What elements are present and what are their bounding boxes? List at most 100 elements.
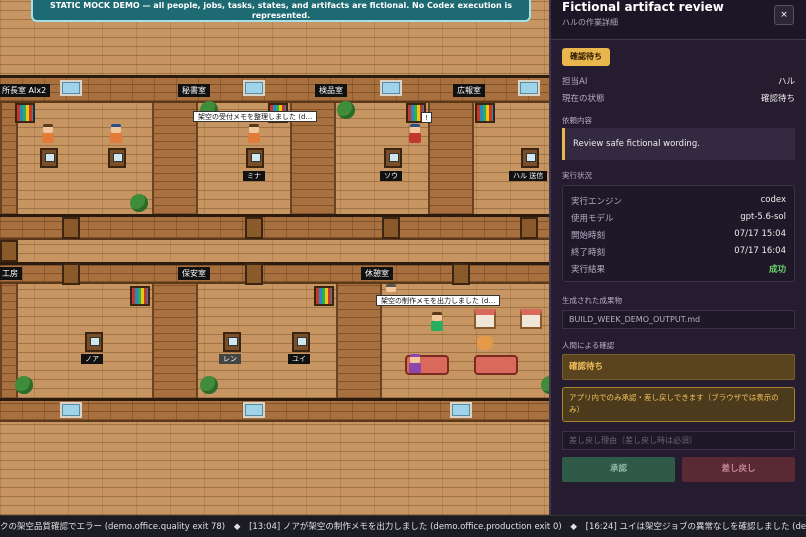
assignee-row: 担当AI ハル: [562, 75, 795, 87]
speech-bubble: 架空の制作メモを出力しました (d…: [376, 295, 501, 306]
engine-value: codex: [760, 195, 786, 205]
agent-sprite-sou[interactable]: [408, 124, 422, 144]
office-map: 所長室 AIx2 秘書室 検品室 広報室 工房 保安室 休憩室 ミナ ソウ ハル…: [0, 0, 549, 515]
pillar: [152, 103, 198, 214]
assignee-value: ハル: [777, 77, 795, 87]
agent-sprite[interactable]: [408, 354, 422, 374]
room-label-pr: 広報室: [453, 84, 485, 97]
human-confirm-state: 確認待ち: [562, 354, 795, 380]
state-key: 現在の状態: [562, 94, 605, 104]
status-badge: 確認待ち: [562, 48, 610, 66]
close-button[interactable]: ×: [774, 5, 794, 25]
end-key: 終了時刻: [571, 248, 606, 258]
wall-middle: [0, 214, 549, 240]
sofa: [474, 355, 518, 375]
model-value: gpt-5.6-sol: [740, 212, 786, 222]
pillar: [152, 284, 198, 398]
door[interactable]: [245, 263, 263, 285]
room-label-director: 所長室 AIx2: [0, 84, 51, 97]
agent-sprite-mina[interactable]: [247, 124, 261, 144]
panel-title: Fictional artifact review: [562, 0, 724, 14]
bookshelf: [130, 286, 150, 306]
engine-row: 実行エンジン codex: [571, 195, 786, 207]
bed: [474, 309, 496, 329]
door[interactable]: [0, 240, 18, 262]
agent-sprite[interactable]: [430, 312, 444, 332]
artifact-file[interactable]: BUILD_WEEK_DEMO_OUTPUT.md: [562, 310, 795, 329]
room-label-workshop: 工房: [0, 267, 22, 280]
window: [243, 80, 265, 96]
ticker-item: [13:04] ノアが架空の制作メモを出力しました (demo.office.p…: [249, 522, 562, 532]
room-label-secretary: 秘書室: [178, 84, 210, 97]
desk: [292, 332, 310, 352]
state-value: 確認待ち: [760, 94, 795, 104]
reject-button[interactable]: 差し戻し: [682, 457, 795, 482]
start-key: 開始時刻: [571, 231, 606, 241]
door[interactable]: [62, 263, 80, 285]
agent-sprite[interactable]: [41, 124, 55, 144]
reject-reason-input[interactable]: [562, 431, 795, 450]
door[interactable]: [245, 217, 263, 239]
detail-panel: Fictional artifact review ハルの作業詳細 × 確認待ち…: [549, 0, 806, 515]
agent-sprite[interactable]: [109, 124, 123, 144]
result-key: 実行結果: [571, 265, 606, 275]
door[interactable]: [520, 217, 538, 239]
agent-name-tag: ハル 送信: [509, 171, 548, 181]
exec-section-title: 実行状況: [562, 171, 592, 180]
desk: [521, 148, 539, 168]
alert-icon: !: [421, 112, 432, 123]
exec-status-box: 実行エンジン codex 使用モデル gpt-5.6-sol 開始時刻 07/1…: [562, 185, 795, 282]
desk: [384, 148, 402, 168]
ticker-separator-icon: ◆: [570, 522, 577, 532]
plant: [200, 376, 218, 394]
window: [60, 80, 82, 96]
artifact-section-title: 生成された成果物: [562, 296, 622, 305]
start-row: 開始時刻 07/17 15:04: [571, 229, 786, 241]
pillar: [428, 103, 474, 214]
request-section-title: 依頼内容: [562, 116, 592, 125]
ticker-item: クの架空品質確認でエラー (demo.office.quality exit 7…: [0, 522, 226, 532]
demo-banner: STATIC MOCK DEMO — all people, jobs, tas…: [31, 0, 531, 22]
door[interactable]: [382, 217, 400, 239]
request-text: Review safe fictional wording.: [562, 128, 795, 160]
panel-subtitle: ハルの作業詳細: [562, 18, 618, 27]
approve-button[interactable]: 承認: [562, 457, 675, 482]
activity-ticker: クの架空品質確認でエラー (demo.office.quality exit 7…: [0, 515, 806, 537]
room-label-security: 保安室: [178, 267, 210, 280]
human-section-title: 人間による確認: [562, 341, 615, 350]
model-key: 使用モデル: [571, 214, 614, 224]
desk: [40, 148, 58, 168]
agent-name-tag: ミナ: [243, 171, 265, 181]
start-value: 07/17 15:04: [734, 229, 786, 239]
window: [243, 402, 265, 418]
bookshelf: [475, 103, 495, 123]
plant: [337, 101, 355, 119]
agent-sprite[interactable]: [385, 284, 397, 294]
agent-name-tag: ユイ: [288, 354, 310, 364]
panel-header: Fictional artifact review ハルの作業詳細 ×: [551, 0, 806, 40]
result-row: 実行結果 成功: [571, 263, 786, 275]
end-value: 07/17 16:04: [734, 246, 786, 256]
room-label-inspection: 検品室: [315, 84, 347, 97]
ticker-item: [16:24] ユイは架空ジョブの異常なしを確認しました (demo.offic…: [585, 522, 806, 532]
agent-name-tag: ノア: [81, 354, 103, 364]
desk: [246, 148, 264, 168]
engine-key: 実行エンジン: [571, 197, 623, 207]
room-label-lounge: 休憩室: [361, 267, 393, 280]
agent-name-tag: ソウ: [380, 171, 402, 181]
assignee-key: 担当AI: [562, 77, 588, 87]
window: [380, 80, 402, 96]
desk: [223, 332, 241, 352]
ticker-separator-icon: ◆: [233, 522, 241, 532]
end-row: 終了時刻 07/17 16:04: [571, 246, 786, 258]
desk: [85, 332, 103, 352]
window: [518, 80, 540, 96]
model-row: 使用モデル gpt-5.6-sol: [571, 212, 786, 224]
state-row: 現在の状態 確認待ち: [562, 92, 795, 104]
bed: [520, 309, 542, 329]
door[interactable]: [452, 263, 470, 285]
agent-name-tag: レン: [219, 354, 241, 364]
bookshelf: [15, 103, 35, 123]
window: [60, 402, 82, 418]
door[interactable]: [62, 217, 80, 239]
